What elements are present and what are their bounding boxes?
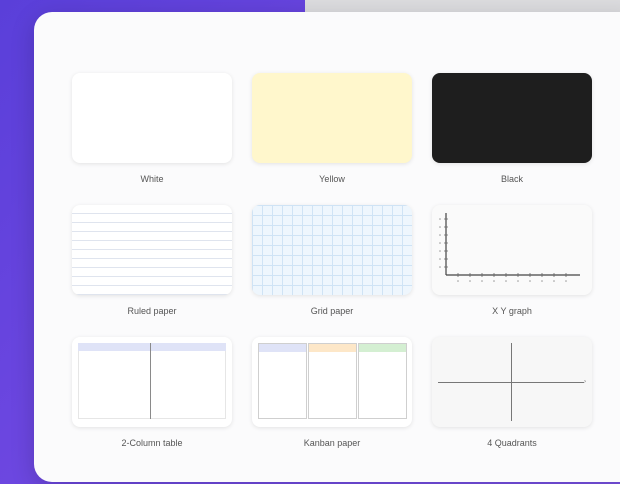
template-label: 2-Column table [121,438,183,448]
background-window-strip [305,0,620,12]
kanban-column [308,343,357,419]
white-thumbnail [72,73,232,163]
template-label: Black [500,174,523,184]
yellow-thumbnail [252,73,412,163]
kanban-column-header [259,344,306,352]
xy-graph-axes-icon [439,213,580,282]
template-ruled-paper[interactable]: Ruled paper [72,205,232,317]
kanban-column [358,343,407,419]
template-2-column-table[interactable]: 2-Column table [72,337,232,449]
two-column-table-thumbnail [72,337,232,427]
four-quadrants-thumbnail: › [432,337,592,427]
template-grid-paper[interactable]: Grid paper [252,205,412,317]
black-thumbnail [432,73,592,163]
template-label: White [140,174,164,184]
kanban-column-header [359,344,406,352]
xy-graph-thumbnail [432,205,592,295]
template-4-quadrants[interactable]: › 4 Quadrants [432,337,592,449]
template-black[interactable]: Black [432,73,592,185]
table-column-divider [150,343,151,419]
ruled-paper-thumbnail [72,205,232,295]
template-label: Kanban paper [303,438,361,448]
template-white[interactable]: White [72,73,232,185]
template-label: X Y graph [492,306,532,316]
template-xy-graph[interactable]: X Y graph [432,205,592,317]
kanban-column [258,343,307,419]
template-kanban-paper[interactable]: Kanban paper [252,337,412,449]
template-label: 4 Quadrants [487,438,537,448]
quadrant-vertical-axis [511,343,512,421]
template-grid: White Yellow Black Ruled paper Grid pape… [72,73,596,449]
template-yellow[interactable]: Yellow [252,73,412,185]
template-label: Ruled paper [127,306,177,316]
arrow-right-icon: › [584,379,586,385]
table-header-row [78,343,226,351]
template-label: Yellow [319,174,345,184]
template-label: Grid paper [310,306,354,316]
table-border [78,343,226,419]
grid-paper-thumbnail [252,205,412,295]
kanban-column-header [309,344,356,352]
kanban-paper-thumbnail [252,337,412,427]
